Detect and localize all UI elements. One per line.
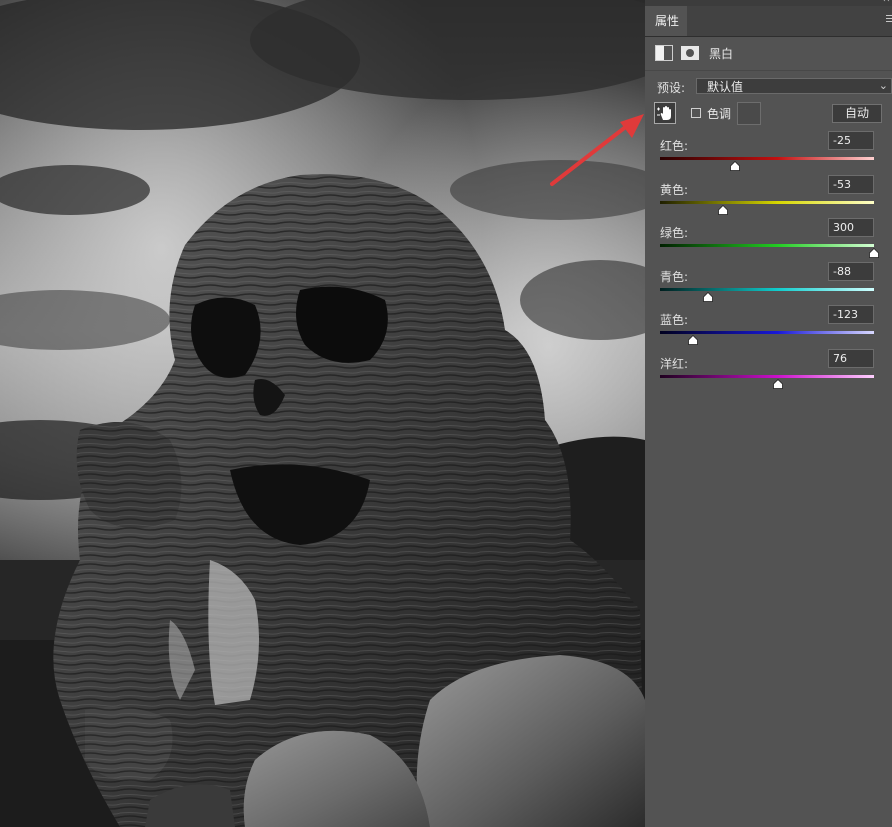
slider-thumb-red[interactable] [729, 161, 740, 171]
slider-label-magenta: 洋红: [660, 356, 689, 371]
slider-value-input-green[interactable]: 300 [828, 218, 874, 237]
slider-value-input-cyan[interactable]: -88 [828, 261, 874, 281]
slider-value-input-magenta[interactable]: 76 [828, 348, 874, 368]
slider-yellow: 黄色: -53 [660, 174, 877, 223]
slider-track-red[interactable] [660, 157, 874, 160]
panel-tab-bar: 属性 [645, 6, 892, 37]
auto-button[interactable]: 自动 [832, 104, 882, 123]
slider-label-red: 红色: [660, 139, 689, 153]
slider-red: 红色: -25 [660, 131, 877, 179]
preset-dropdown[interactable]: 默认值 ⌄ [696, 78, 892, 94]
slider-label-cyan: 青色: [660, 269, 689, 284]
tab-properties[interactable]: 属性 [645, 6, 687, 36]
preset-row: 预设: 默认值 ⌄ [657, 77, 892, 97]
divider [645, 70, 892, 71]
slider-cyan: 青色: -88 [660, 261, 877, 310]
slider-track-magenta[interactable] [660, 374, 874, 378]
slider-magenta: 洋红: 76 [660, 348, 877, 397]
slider-track-yellow[interactable] [660, 200, 874, 204]
slider-track-green[interactable] [660, 244, 874, 247]
slider-thumb-yellow[interactable] [718, 204, 728, 215]
slider-label-yellow: 黄色: [660, 182, 689, 197]
slider-value-input-red[interactable]: -25 [828, 131, 874, 150]
adjustment-header: 黑白 [655, 42, 733, 64]
hand-icon [657, 106, 671, 120]
slider-blue: 蓝色: -123 [660, 305, 877, 353]
slider-thumb-blue[interactable] [688, 335, 698, 345]
black-white-adjustment-icon[interactable] [655, 45, 673, 61]
preset-value: 默认值 [707, 80, 744, 94]
panel-menu-icon[interactable] [886, 15, 892, 25]
adjustment-title: 黑白 [709, 46, 734, 61]
slider-value-input-yellow[interactable]: -53 [828, 174, 874, 194]
slider-green: 绿色: 300 [660, 218, 879, 266]
tint-label: 色调 [707, 107, 732, 121]
slider-label-green: 绿色: [660, 226, 689, 240]
properties-panel: ‹‹ 属性 黑白 预设: 默认值 ⌄ 色调 自动 红色: -25 黄色: -53 绿色:… [645, 0, 892, 827]
slider-thumb-cyan[interactable] [703, 291, 713, 302]
slider-track-cyan[interactable] [660, 287, 874, 291]
collapse-panel-icon[interactable]: ‹‹ [882, 0, 890, 5]
layer-mask-icon[interactable] [681, 46, 699, 60]
red-arrow-annotation [550, 114, 644, 186]
tool-row: 色调 自动 [654, 102, 884, 126]
tint-checkbox[interactable] [691, 108, 701, 118]
slider-label-blue: 蓝色: [660, 313, 689, 327]
chevron-down-icon: ⌄ [878, 79, 888, 92]
preset-label: 预设: [657, 80, 686, 95]
slider-track-blue[interactable] [660, 331, 874, 334]
slider-thumb-magenta[interactable] [773, 378, 784, 389]
document-canvas[interactable] [0, 0, 645, 827]
targeted-adjustment-hand-button[interactable] [654, 102, 676, 124]
slider-thumb-green[interactable] [869, 248, 879, 258]
tint-color-swatch[interactable] [737, 102, 761, 125]
slider-value-input-blue[interactable]: -123 [828, 305, 874, 324]
